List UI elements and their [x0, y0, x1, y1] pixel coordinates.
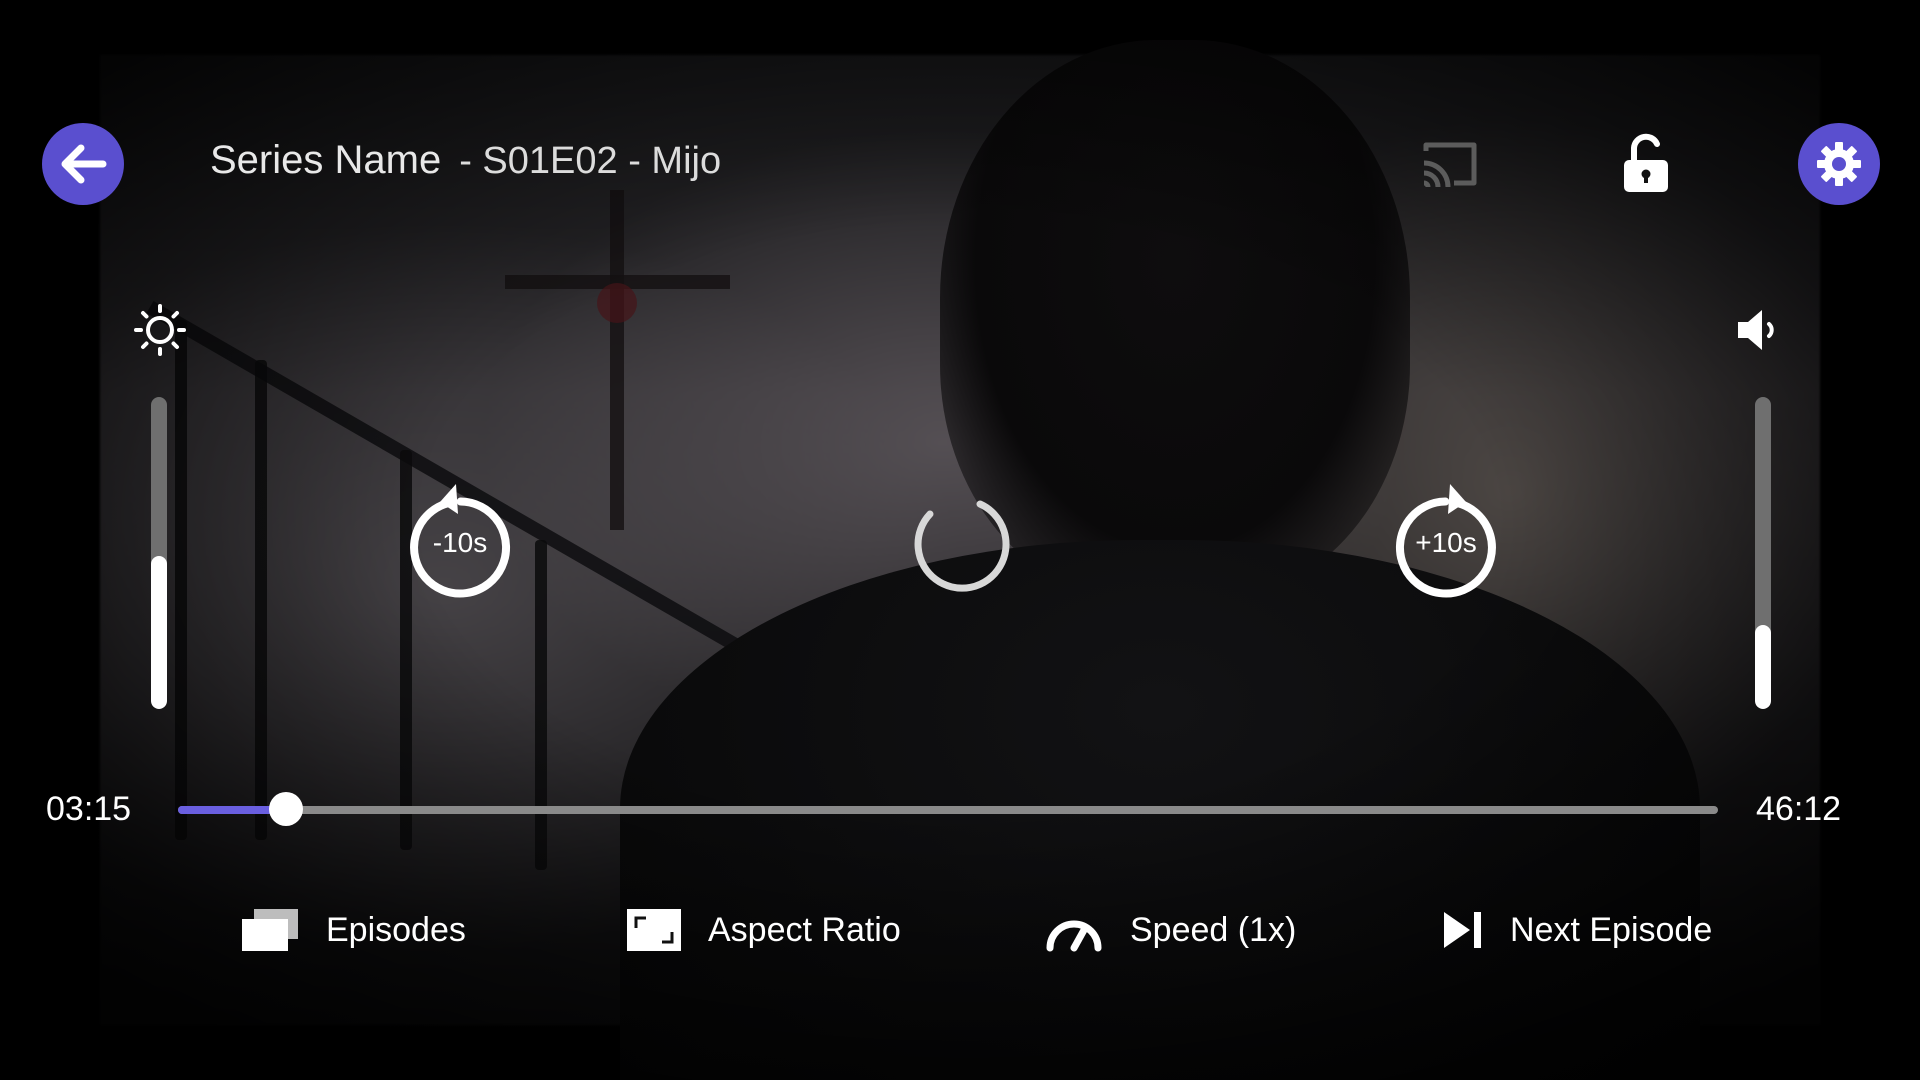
unlock-icon	[1624, 133, 1668, 192]
seek-bar[interactable]	[178, 792, 1718, 826]
episode-info: - S01E02 - Mijo	[459, 140, 722, 182]
episodes-label: Episodes	[326, 910, 466, 949]
settings-button[interactable]	[1798, 123, 1880, 205]
forward-10s-button[interactable]: +10s	[1386, 480, 1506, 600]
lock-button[interactable]	[1616, 130, 1676, 196]
sun-icon	[134, 304, 186, 356]
total-time: 46:12	[1756, 790, 1842, 828]
next-episode-label: Next Episode	[1510, 910, 1713, 949]
aspect-ratio-button[interactable]: Aspect Ratio	[626, 900, 901, 960]
cast-button[interactable]	[1418, 135, 1482, 193]
volume-slider-fill	[1755, 624, 1771, 709]
current-time: 03:15	[46, 790, 132, 828]
aspect-ratio-label: Aspect Ratio	[708, 910, 901, 949]
rewind-label: -10s	[432, 527, 488, 558]
back-button[interactable]	[42, 123, 124, 205]
forward-label: +10s	[1415, 527, 1477, 558]
title-bar: Series Name - S01E02 - Mijo	[210, 138, 721, 183]
arrow-left-icon	[61, 144, 107, 184]
cast-icon	[1423, 142, 1477, 188]
series-name: Series Name	[210, 138, 442, 182]
volume-slider[interactable]	[1755, 397, 1771, 709]
episodes-button[interactable]: Episodes	[240, 900, 466, 960]
loading-indicator	[902, 480, 1022, 600]
aspect-ratio-icon	[626, 908, 682, 952]
speaker-icon	[1738, 310, 1774, 350]
video-player[interactable]: Series Name - S01E02 - Mijo -10s +10s 03…	[0, 0, 1920, 1080]
speed-button[interactable]: Speed (1x)	[1044, 900, 1296, 960]
brightness-slider-fill	[151, 556, 167, 709]
next-episode-button[interactable]: Next Episode	[1442, 900, 1712, 960]
brightness-indicator	[132, 302, 188, 358]
episodes-icon	[240, 907, 300, 953]
speed-label: Speed (1x)	[1130, 910, 1297, 949]
skip-next-icon	[1442, 910, 1484, 950]
seek-bar-thumb[interactable]	[268, 792, 303, 826]
gear-icon	[1817, 142, 1861, 186]
rewind-10s-button[interactable]: -10s	[400, 480, 520, 600]
brightness-slider[interactable]	[151, 397, 167, 709]
spinner-icon	[914, 500, 1010, 592]
speedometer-icon	[1044, 908, 1104, 952]
volume-indicator	[1730, 302, 1786, 358]
